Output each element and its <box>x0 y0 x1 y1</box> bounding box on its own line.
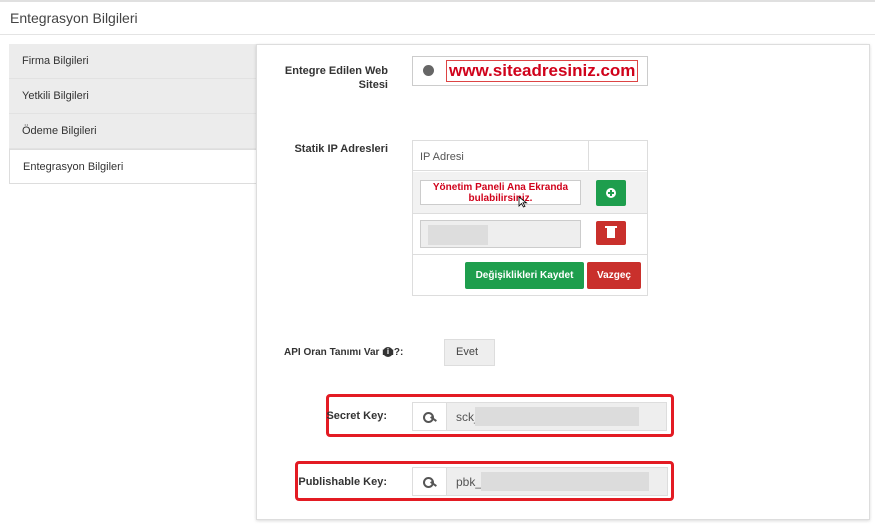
sidebar-item-odeme[interactable]: Ödeme Bilgileri <box>9 114 256 149</box>
website-label-line1: Entegre Edilen Web <box>284 65 388 77</box>
website-url-annotation: www.siteadresiniz.com <box>446 60 639 82</box>
sidebar-item-yetkili[interactable]: Yetkili Bilgileri <box>9 79 256 114</box>
website-label-line2: Sitesi <box>358 79 388 91</box>
redacted-value <box>428 225 488 245</box>
sidebar-item-label: Entegrasyon Bilgileri <box>23 161 124 173</box>
globe-icon <box>423 65 434 76</box>
delete-ip-button[interactable] <box>596 221 626 245</box>
secret-key-field[interactable]: sck_ <box>412 402 667 431</box>
title-divider <box>0 34 875 35</box>
publishable-key-value: pbk_ <box>447 468 667 495</box>
ip-input-annotation[interactable]: Yönetim Paneli Ana Ekranda bulabilirsini… <box>420 180 581 208</box>
cursor-icon <box>518 196 528 208</box>
sidebar-item-entegrasyon[interactable]: Entegrasyon Bilgileri <box>9 149 256 184</box>
table-row <box>413 215 647 255</box>
secret-key-value: sck_ <box>447 403 666 430</box>
publishable-key-label: Publishable Key: <box>298 476 387 488</box>
ip-column-header: IP Adresi <box>420 151 464 163</box>
top-border <box>0 0 875 2</box>
trash-icon <box>605 226 617 238</box>
key-icon <box>413 403 447 430</box>
annotation-line1: Yönetim Paneli Ana Ekranda <box>432 182 569 193</box>
api-rate-value: Evet <box>444 339 495 366</box>
key-icon <box>413 468 447 495</box>
static-ip-label: Statik IP Adresleri <box>294 143 388 155</box>
publishable-key-field[interactable]: pbk_ <box>412 467 668 496</box>
redacted-value <box>481 472 649 491</box>
info-icon[interactable]: i <box>383 347 393 357</box>
sidebar-item-label: Yetkili Bilgileri <box>22 90 89 102</box>
save-changes-button[interactable]: Değişiklikleri Kaydet <box>465 262 584 289</box>
sidebar-item-firma[interactable]: Firma Bilgileri <box>9 44 256 79</box>
annotation-line2: bulabilirsiniz. <box>468 193 533 204</box>
sidebar-item-label: Ödeme Bilgileri <box>22 125 97 137</box>
website-field[interactable]: www.siteadresiniz.com <box>412 56 648 86</box>
ip-input[interactable] <box>420 220 581 248</box>
header-divider <box>588 141 589 171</box>
add-ip-button[interactable] <box>596 180 626 206</box>
secret-key-label: Secret Key: <box>326 410 387 422</box>
publishable-key-prefix: pbk_ <box>456 475 483 489</box>
redacted-value <box>475 407 639 426</box>
cancel-button[interactable]: Vazgeç <box>587 262 641 289</box>
sidebar: Firma Bilgileri Yetkili Bilgileri Ödeme … <box>9 44 256 184</box>
table-row: Yönetim Paneli Ana Ekranda bulabilirsini… <box>413 172 647 214</box>
page-title: Entegrasyon Bilgileri <box>10 10 138 26</box>
website-label: Entegre Edilen Web Sitesi <box>280 65 388 91</box>
sidebar-item-label: Firma Bilgileri <box>22 55 89 67</box>
plus-circle-icon <box>606 188 616 198</box>
ip-table-header: IP Adresi <box>413 141 647 171</box>
